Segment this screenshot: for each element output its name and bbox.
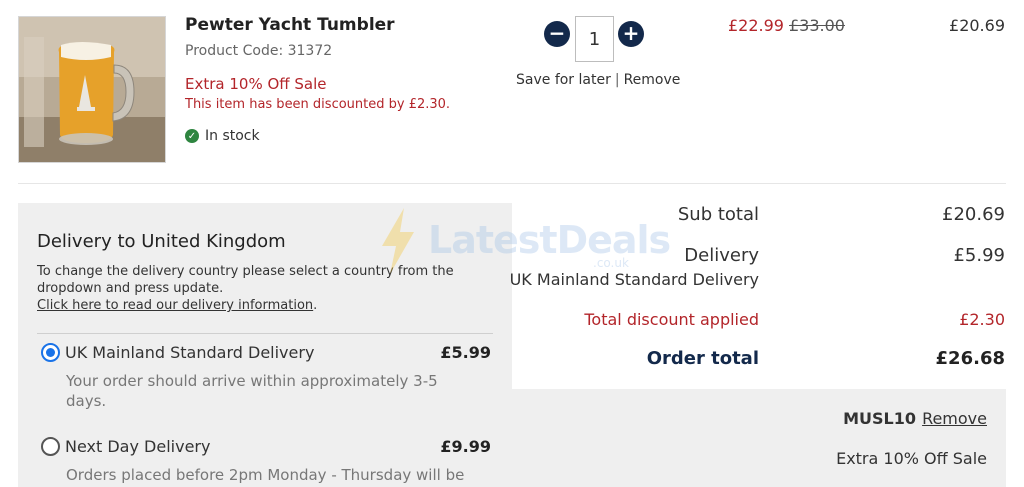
quantity-increase-button[interactable]: + [618, 21, 644, 47]
option-label: Next Day Delivery [65, 437, 211, 456]
promo-code: MUSL10 [843, 409, 916, 428]
sale-price: £22.99 [728, 16, 784, 35]
product-promo: Extra 10% Off Sale [185, 75, 327, 93]
radio-next-day[interactable] [41, 437, 60, 456]
divider [18, 183, 1006, 184]
product-image[interactable] [18, 16, 166, 163]
subtotal-value: £20.69 [942, 204, 1005, 225]
delivery-option-standard[interactable]: UK Mainland Standard Delivery £5.99 Your… [41, 343, 491, 411]
check-icon: ✓ [185, 129, 199, 143]
quantity-decrease-button[interactable]: − [544, 21, 570, 47]
discount-label: Total discount applied [584, 310, 759, 329]
subtotal-label: Sub total [677, 204, 759, 225]
delivery-info-link[interactable]: Click here to read our delivery informat… [37, 298, 313, 313]
stock-status: ✓ In stock [185, 128, 260, 144]
remove-promo-link[interactable]: Remove [922, 409, 987, 428]
save-for-later-link[interactable]: Save for later [516, 72, 611, 88]
line-total: £20.69 [949, 16, 1005, 35]
promo-panel: MUSL10 Remove Extra 10% Off Sale [512, 389, 1006, 487]
option-description: Orders placed before 2pm Monday - Thursd… [66, 466, 465, 484]
radio-standard[interactable] [41, 343, 60, 362]
watermark-domain: .co.uk [593, 256, 629, 270]
promo-name: Extra 10% Off Sale [836, 449, 987, 468]
delivery-title: Delivery to United Kingdom [37, 231, 286, 252]
order-total-value: £26.68 [935, 348, 1005, 369]
delivery-option-next-day[interactable]: Next Day Delivery £9.99 Orders placed be… [41, 437, 491, 485]
delivery-label: Delivery [684, 245, 759, 266]
delivery-help-text: To change the delivery country please se… [37, 264, 454, 296]
option-label: UK Mainland Standard Delivery [65, 343, 315, 362]
order-total-label: Order total [646, 348, 759, 369]
delivery-value: £5.99 [953, 245, 1005, 266]
item-actions: Save for later | Remove [516, 72, 680, 88]
delivery-help: To change the delivery country please se… [37, 263, 477, 314]
original-price: £33.00 [789, 16, 845, 35]
option-description: Your order should arrive within approxim… [66, 372, 438, 410]
delivery-divider [37, 333, 493, 334]
stock-label: In stock [205, 128, 260, 144]
option-price: £9.99 [440, 437, 491, 456]
delivery-method: UK Mainland Standard Delivery [509, 270, 759, 289]
delivery-panel: Delivery to United Kingdom To change the… [18, 203, 512, 487]
actions-separator: | [614, 72, 620, 88]
product-code: Product Code: 31372 [185, 43, 333, 59]
delivery-link-suffix: . [313, 298, 318, 313]
option-price: £5.99 [440, 343, 491, 362]
remove-item-link[interactable]: Remove [624, 72, 681, 88]
quantity-input[interactable] [575, 16, 614, 62]
product-name[interactable]: Pewter Yacht Tumbler [185, 15, 395, 35]
product-discount-note: This item has been discounted by £2.30. [185, 97, 451, 112]
discount-value: £2.30 [959, 310, 1005, 329]
